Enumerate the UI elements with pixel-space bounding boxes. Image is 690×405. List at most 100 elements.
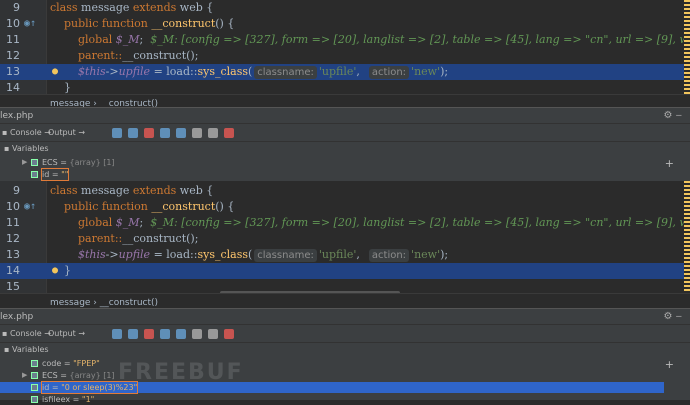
code-token: ( bbox=[247, 65, 253, 78]
code-token: } bbox=[50, 264, 71, 277]
debug-toolbar: ▪ Console → Output → bbox=[0, 324, 690, 343]
code-token: 'upfile' bbox=[318, 248, 357, 261]
line-number[interactable]: 14 bbox=[0, 263, 20, 279]
code-token: ; bbox=[139, 33, 151, 46]
line-number[interactable]: 11 bbox=[0, 215, 20, 231]
variable-eq: = bbox=[61, 359, 74, 368]
variable-eq: = bbox=[57, 158, 70, 167]
code-line[interactable]: 14 ● } bbox=[0, 263, 690, 279]
step-into-force-icon[interactable] bbox=[144, 128, 154, 138]
line-number[interactable]: 10 bbox=[0, 199, 20, 215]
line-number[interactable]: 14 bbox=[0, 80, 20, 94]
code-token: , bbox=[356, 248, 367, 261]
add-watch-icon[interactable]: + bbox=[665, 157, 674, 170]
run-to-cursor-icon[interactable] bbox=[176, 329, 186, 339]
code-token: $_M: [config => [327], form => [20], lan… bbox=[150, 33, 690, 46]
code-token: global bbox=[50, 33, 116, 46]
variables-header: ▪ Variables bbox=[0, 141, 690, 156]
output-tab[interactable]: Output → bbox=[48, 124, 85, 142]
debug-file-tab[interactable]: lex.php bbox=[0, 309, 33, 325]
code-line[interactable]: 12 parent::__construct(); bbox=[0, 231, 690, 247]
variable-row[interactable]: id = "" bbox=[0, 168, 664, 181]
line-number[interactable]: 12 bbox=[0, 231, 20, 247]
expand-arrow-icon[interactable]: ▶ bbox=[22, 157, 27, 168]
variable-type: {array} [1] bbox=[69, 158, 115, 167]
variable-row[interactable]: id = "0 or sleep(3)%23" bbox=[0, 381, 664, 394]
variable-icon bbox=[31, 159, 38, 166]
code-text: $this->upfile = load::sys_class(classnam… bbox=[50, 247, 448, 263]
line-number[interactable]: 12 bbox=[0, 48, 20, 64]
code-line[interactable]: 14 } bbox=[0, 80, 690, 94]
code-token: sys_class bbox=[197, 65, 248, 78]
code-token: (); bbox=[186, 49, 199, 62]
code-token: extends bbox=[132, 184, 180, 197]
override-marker-icon[interactable]: ◉↑ bbox=[24, 16, 36, 32]
step-into-icon[interactable] bbox=[128, 128, 138, 138]
gear-icon[interactable]: ⚙ ‒ bbox=[663, 108, 682, 124]
code-token: (); bbox=[186, 232, 199, 245]
evaluate-icon[interactable] bbox=[192, 329, 202, 339]
expand-arrow-icon[interactable]: ▶ bbox=[22, 370, 27, 381]
variable-row[interactable]: ▶ ECS = {array} [1] bbox=[0, 370, 664, 381]
code-line[interactable]: 11 global $_M; $_M: [config => [327], fo… bbox=[0, 215, 690, 231]
mute-breakpoints-icon[interactable] bbox=[224, 128, 234, 138]
step-over-icon[interactable] bbox=[112, 329, 122, 339]
code-line[interactable]: 10 public function __construct() { bbox=[0, 199, 690, 215]
line-number[interactable]: 9 bbox=[0, 0, 20, 16]
code-line[interactable]: 12 parent::__construct(); bbox=[0, 48, 690, 64]
variable-row[interactable]: code = "FPEP" bbox=[0, 358, 664, 369]
line-number[interactable]: 13 bbox=[0, 64, 20, 80]
line-number[interactable]: 10 bbox=[0, 16, 20, 32]
line-number[interactable]: 11 bbox=[0, 32, 20, 48]
code-token: } bbox=[50, 81, 71, 94]
code-token: sys_class bbox=[197, 248, 248, 261]
line-number[interactable]: 9 bbox=[0, 183, 20, 199]
code-token: class bbox=[50, 184, 82, 197]
gear-icon[interactable]: ⚙ ‒ bbox=[663, 309, 682, 325]
variable-row[interactable]: ▶ ECS = {array} [1] bbox=[0, 157, 664, 168]
code-token: -> bbox=[105, 248, 119, 261]
code-line[interactable]: 9 class message extends web { bbox=[0, 183, 690, 199]
step-out-icon[interactable] bbox=[160, 329, 170, 339]
error-stripe bbox=[684, 0, 690, 94]
code-editor-bottom[interactable]: 9 class message extends web {10 public fu… bbox=[0, 181, 690, 293]
code-token: upfile bbox=[118, 65, 151, 78]
code-line[interactable]: 10 public function __construct() { bbox=[0, 16, 690, 32]
step-into-icon[interactable] bbox=[128, 329, 138, 339]
evaluate-icon[interactable] bbox=[192, 128, 202, 138]
console-tab[interactable]: ▪ Console → bbox=[2, 124, 51, 142]
code-token: ); bbox=[440, 248, 449, 261]
step-over-icon[interactable] bbox=[112, 128, 122, 138]
code-token: global bbox=[50, 216, 116, 229]
code-text: class message extends web { bbox=[50, 183, 213, 199]
line-number[interactable]: 13 bbox=[0, 247, 20, 263]
debug-file-tab[interactable]: lex.php bbox=[0, 108, 33, 124]
line-number[interactable]: 15 bbox=[0, 279, 20, 293]
settings-icon[interactable] bbox=[208, 329, 218, 339]
output-tab[interactable]: Output → bbox=[48, 325, 85, 343]
code-token: () { bbox=[215, 200, 235, 213]
code-line[interactable]: 11 global $_M; $_M: [config => [327], fo… bbox=[0, 32, 690, 48]
code-token: -> bbox=[105, 65, 119, 78]
variable-text: id = "" bbox=[40, 168, 70, 181]
override-marker-icon[interactable]: ◉↑ bbox=[24, 199, 36, 215]
step-out-icon[interactable] bbox=[160, 128, 170, 138]
code-token: public function bbox=[50, 17, 152, 30]
run-to-cursor-icon[interactable] bbox=[176, 128, 186, 138]
console-tab[interactable]: ▪ Console → bbox=[2, 325, 51, 343]
code-text: global $_M; $_M: [config => [327], form … bbox=[50, 215, 690, 231]
code-token: $this bbox=[50, 248, 106, 261]
variable-icon bbox=[31, 171, 38, 178]
code-token: public function bbox=[50, 200, 152, 213]
add-watch-icon[interactable]: + bbox=[665, 358, 674, 371]
settings-icon[interactable] bbox=[208, 128, 218, 138]
step-into-force-icon[interactable] bbox=[144, 329, 154, 339]
code-token: __construct bbox=[151, 200, 216, 213]
code-text: $this->upfile = load::sys_class(classnam… bbox=[50, 64, 448, 80]
code-line[interactable]: 13 $this->upfile = load::sys_class(class… bbox=[0, 247, 690, 263]
code-editor-top[interactable]: 9 class message extends web {10 public fu… bbox=[0, 0, 690, 94]
code-token: message bbox=[81, 1, 133, 14]
code-line[interactable]: 9 class message extends web { bbox=[0, 0, 690, 16]
mute-breakpoints-icon[interactable] bbox=[224, 329, 234, 339]
code-line[interactable]: 13 ● $this->upfile = load::sys_class(clas… bbox=[0, 64, 690, 80]
